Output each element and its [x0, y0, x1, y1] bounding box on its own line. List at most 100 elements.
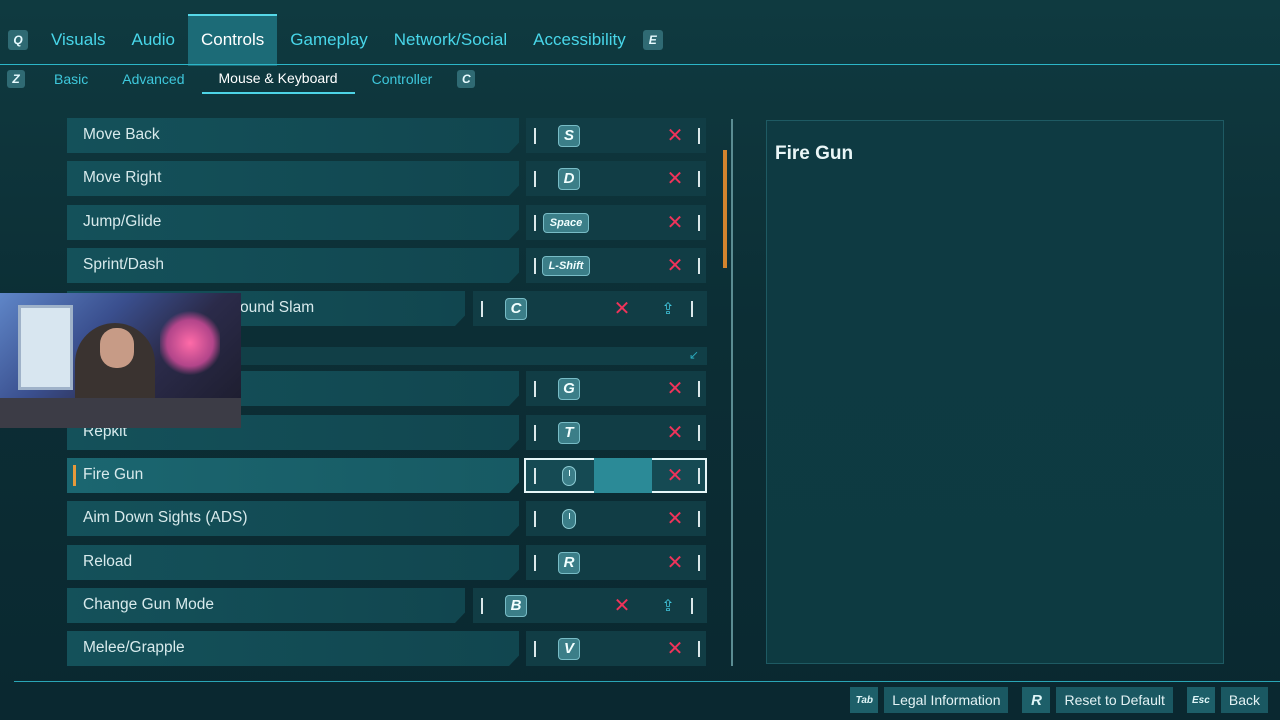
binding-slots: ✕ — [526, 501, 706, 536]
unbind-x-icon[interactable]: ✕ — [652, 205, 698, 240]
secondary-binding-slot[interactable] — [594, 501, 652, 536]
key-glyph: Space — [542, 212, 590, 233]
secondary-binding-slot[interactable] — [541, 291, 599, 326]
tab-visuals[interactable]: Visuals — [38, 14, 119, 66]
subtab-basic[interactable]: Basic — [37, 64, 105, 94]
binding-label: Move Right — [83, 169, 162, 186]
binding-slots: V ✕ — [526, 631, 706, 666]
secondary-binding-slot[interactable] — [541, 588, 599, 623]
prev-subtab-key-hint[interactable]: Z — [7, 70, 25, 88]
primary-binding-slot[interactable]: D — [544, 161, 594, 196]
primary-binding-slot[interactable]: Space — [538, 205, 594, 240]
unbind-x-icon[interactable]: ✕ — [652, 501, 698, 536]
binding-label: Reload — [83, 553, 133, 570]
binding-row-sprint-dash[interactable]: Sprint/Dash L-Shift ✕ — [67, 248, 707, 283]
tab-network-social[interactable]: Network/Social — [381, 14, 520, 66]
secondary-binding-slot[interactable] — [594, 545, 652, 580]
r-key-hint: R — [1022, 687, 1051, 713]
tab-key-hint: Tab — [850, 687, 879, 713]
subtab-advanced[interactable]: Advanced — [105, 64, 201, 94]
primary-binding-slot[interactable]: T — [544, 415, 594, 450]
binding-label: Aim Down Sights (ADS) — [83, 509, 248, 526]
binding-row-aim-down-sights[interactable]: Aim Down Sights (ADS) ✕ — [67, 501, 707, 536]
tab-controls[interactable]: Controls — [187, 14, 278, 66]
binding-slots: S ✕ — [526, 118, 706, 153]
secondary-binding-slot[interactable] — [594, 248, 652, 283]
key-glyph: V — [558, 637, 580, 660]
unbind-x-icon[interactable]: ✕ — [599, 588, 645, 623]
primary-binding-slot[interactable]: S — [544, 118, 594, 153]
prev-tab-key-hint[interactable]: Q — [8, 30, 28, 50]
secondary-binding-slot[interactable] — [594, 415, 652, 450]
binding-label: ound Slam — [240, 299, 315, 316]
next-tab-key-hint[interactable]: E — [642, 30, 663, 50]
scrollbar-track[interactable] — [731, 119, 733, 666]
binding-slots: Space ✕ — [526, 205, 706, 240]
binding-row-reload[interactable]: Reload R ✕ — [67, 545, 707, 580]
legal-information-button[interactable]: Legal Information — [884, 687, 1009, 713]
primary-binding-slot[interactable]: B — [491, 588, 541, 623]
secondary-binding-slot[interactable] — [594, 458, 652, 493]
tab-gameplay[interactable]: Gameplay — [277, 14, 380, 66]
secondary-binding-slot[interactable] — [594, 371, 652, 406]
unbind-x-icon[interactable]: ✕ — [652, 118, 698, 153]
binding-detail-panel: Fire Gun — [766, 120, 1224, 664]
bottom-divider — [14, 681, 1280, 682]
unbind-x-icon[interactable]: ✕ — [652, 631, 698, 666]
binding-slots: C ✕ ⇪ — [473, 291, 707, 326]
binding-label: Fire Gun — [83, 466, 144, 483]
unbind-x-icon[interactable]: ✕ — [652, 545, 698, 580]
binding-row-fire-gun[interactable]: Fire Gun ✕ — [67, 458, 707, 493]
subtab-controller[interactable]: Controller — [355, 64, 450, 94]
unbind-x-icon[interactable]: ✕ — [652, 371, 698, 406]
primary-binding-slot[interactable]: L-Shift — [538, 248, 594, 283]
primary-binding-slot[interactable]: C — [491, 291, 541, 326]
unbind-x-icon[interactable]: ✕ — [652, 248, 698, 283]
subtab-mouse-keyboard[interactable]: Mouse & Keyboard — [201, 64, 355, 94]
toggle-hold-icon[interactable]: ⇪ — [645, 291, 691, 326]
tab-audio[interactable]: Audio — [119, 14, 188, 66]
key-glyph: G — [558, 377, 580, 400]
secondary-binding-slot[interactable] — [594, 161, 652, 196]
toggle-hold-icon[interactable]: ⇪ — [645, 588, 691, 623]
secondary-binding-slot[interactable] — [594, 205, 652, 240]
selected-marker — [73, 465, 76, 486]
binding-label: Melee/Grapple — [83, 639, 185, 656]
binding-row-change-gun-mode[interactable]: Change Gun Mode B ✕ ⇪ — [67, 588, 707, 623]
key-glyph: B — [505, 594, 527, 617]
binding-label: Move Back — [83, 126, 160, 143]
secondary-binding-slot[interactable] — [594, 631, 652, 666]
binding-slots: L-Shift ✕ — [526, 248, 706, 283]
secondary-binding-slot[interactable] — [594, 118, 652, 153]
binding-slots: B ✕ ⇪ — [473, 588, 707, 623]
binding-row-move-back[interactable]: Move Back S ✕ — [67, 118, 707, 153]
top-tab-bar: Q Visuals Audio Controls Gameplay Networ… — [0, 14, 1280, 66]
unbind-x-icon[interactable]: ✕ — [652, 415, 698, 450]
primary-binding-slot[interactable]: R — [544, 545, 594, 580]
key-glyph: R — [558, 551, 580, 574]
back-button[interactable]: Back — [1220, 687, 1268, 713]
scrollbar-thumb[interactable] — [723, 150, 727, 268]
primary-binding-slot[interactable]: G — [544, 371, 594, 406]
binding-label: Jump/Glide — [83, 213, 162, 230]
key-glyph: D — [558, 167, 580, 190]
binding-label: Change Gun Mode — [83, 596, 214, 613]
binding-slots: T ✕ — [526, 415, 706, 450]
binding-row-melee-grapple[interactable]: Melee/Grapple V ✕ — [67, 631, 707, 666]
binding-slots: ✕ — [524, 458, 707, 493]
bottom-action-bar: Tab Legal Information R Reset to Default… — [850, 686, 1268, 714]
tab-accessibility[interactable]: Accessibility — [520, 14, 639, 66]
reset-to-default-button[interactable]: Reset to Default — [1056, 687, 1173, 713]
unbind-x-icon[interactable]: ✕ — [652, 458, 698, 493]
binding-row-jump-glide[interactable]: Jump/Glide Space ✕ — [67, 205, 707, 240]
primary-binding-slot[interactable] — [544, 501, 594, 536]
unbind-x-icon[interactable]: ✕ — [599, 291, 645, 326]
primary-binding-slot[interactable]: V — [544, 631, 594, 666]
collapse-arrow-icon[interactable]: ↙ — [689, 348, 699, 362]
key-glyph: C — [505, 297, 527, 320]
unbind-x-icon[interactable]: ✕ — [652, 161, 698, 196]
key-glyph: S — [558, 124, 580, 147]
primary-binding-slot[interactable] — [544, 458, 594, 493]
binding-row-move-right[interactable]: Move Right D ✕ — [67, 161, 707, 196]
next-subtab-key-hint[interactable]: C — [457, 70, 476, 88]
